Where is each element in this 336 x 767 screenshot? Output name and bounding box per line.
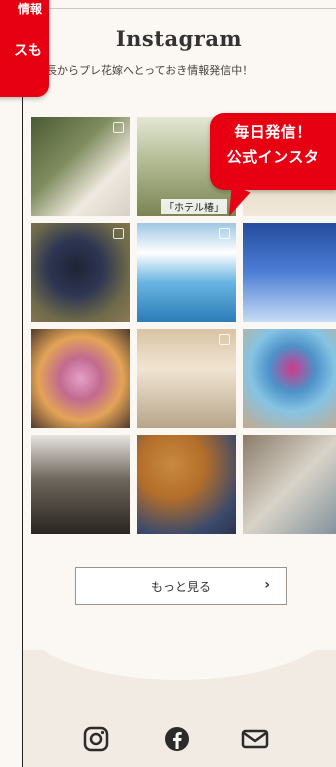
page-subtitle: 編集長からプレ花嫁へとっておき情報発信中！: [24, 64, 254, 77]
promo-badge-left[interactable]: 情報 スも: [0, 0, 49, 97]
feed-post-11[interactable]: [137, 435, 236, 534]
more-button-label: もっと見る: [150, 579, 211, 594]
mail-icon[interactable]: [241, 726, 269, 752]
badge-left-line2: スも: [14, 43, 42, 59]
multi-photo-icon: [219, 228, 230, 239]
left-border: [22, 0, 23, 767]
badge-right-line1: 毎日発信！: [234, 123, 312, 141]
wave-curve: [22, 620, 336, 680]
badge-right-line2: 公式インスタ: [226, 148, 320, 166]
instagram-icon[interactable]: [83, 726, 109, 752]
feed-post-9[interactable]: [243, 329, 336, 428]
multi-photo-icon: [113, 122, 124, 133]
chevron-right-icon: ›: [264, 577, 270, 593]
badge-left-line1: 情報: [17, 2, 42, 16]
more-button[interactable]: もっと見る ›: [75, 567, 287, 605]
feed-post-5[interactable]: [137, 223, 236, 322]
feed-post-4[interactable]: [31, 223, 130, 322]
feed-post-8[interactable]: [137, 329, 236, 428]
multi-photo-icon: [219, 334, 230, 345]
page-title: Instagram: [115, 26, 243, 51]
promo-badge-right[interactable]: 毎日発信！ 公式インスタ: [210, 113, 336, 190]
post-overlay-text: 「ホテル椿」: [161, 199, 227, 214]
feed-post-12[interactable]: [243, 435, 336, 534]
feed-post-6[interactable]: [243, 223, 336, 322]
feed-post-10[interactable]: [31, 435, 130, 534]
feed-post-1[interactable]: [31, 117, 130, 216]
top-divider: [22, 8, 336, 9]
feed-post-7[interactable]: [31, 329, 130, 428]
facebook-icon[interactable]: [164, 726, 190, 752]
multi-photo-icon: [113, 228, 124, 239]
